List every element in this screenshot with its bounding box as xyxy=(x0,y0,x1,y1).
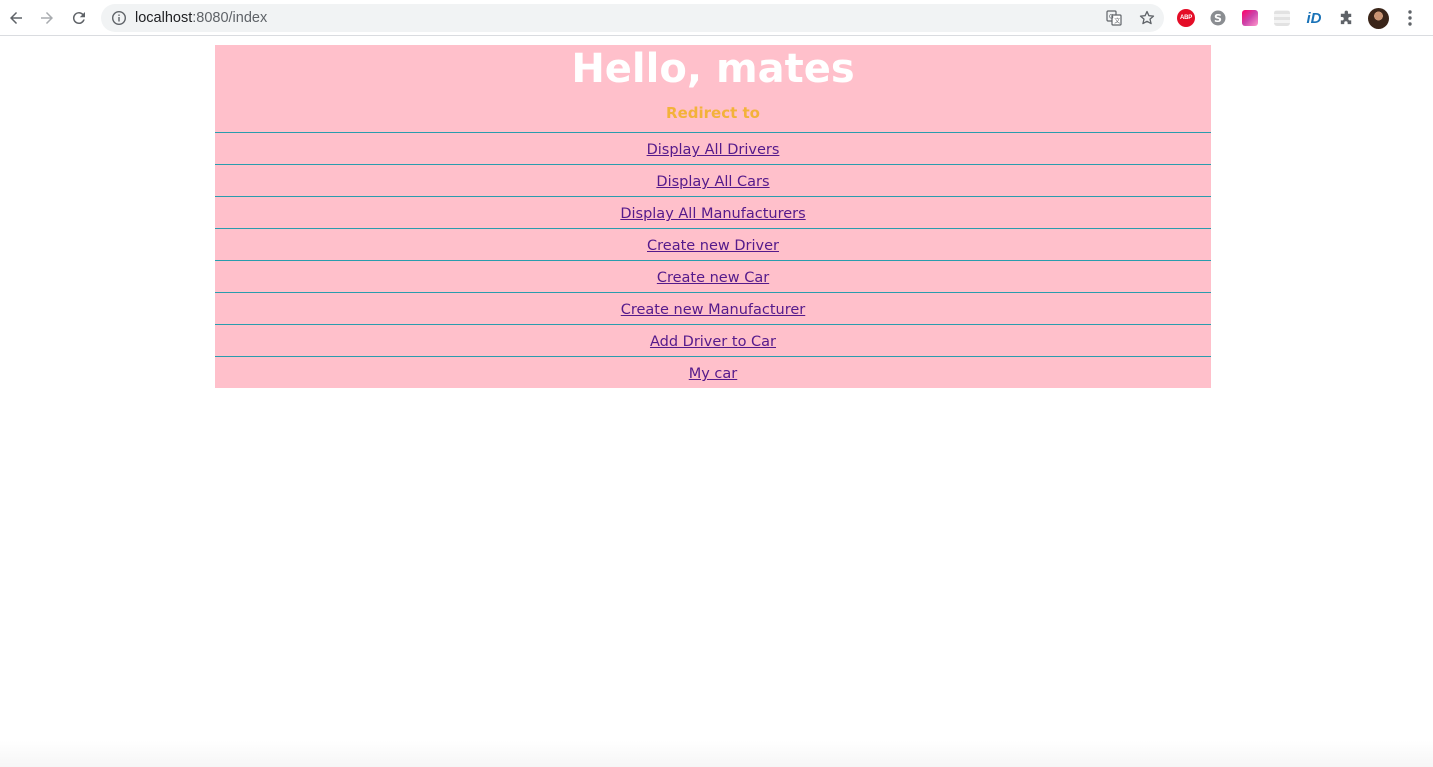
redirect-heading: Redirect to xyxy=(666,104,760,122)
translate-icon[interactable]: G 文 xyxy=(1106,10,1122,26)
browser-toolbar: localhost:8080/index G 文 ABP S iD xyxy=(0,0,1433,36)
adblock-plus-label: ABP xyxy=(1179,15,1193,21)
info-icon[interactable] xyxy=(111,10,127,26)
forward-arrow-icon[interactable] xyxy=(35,6,59,30)
link-row: Create new Driver xyxy=(215,229,1211,261)
svg-text:S: S xyxy=(1214,12,1222,25)
skype-icon[interactable]: S xyxy=(1209,9,1227,27)
link-row: Display All Drivers xyxy=(215,133,1211,165)
link-row: Display All Manufacturers xyxy=(215,197,1211,229)
create-new-manufacturer-link[interactable]: Create new Manufacturer xyxy=(621,302,806,318)
link-row: Create new Manufacturer xyxy=(215,293,1211,325)
id-extension-label: iD xyxy=(1306,9,1322,27)
create-new-driver-link[interactable]: Create new Driver xyxy=(647,238,779,254)
url-path: :8080/index xyxy=(192,10,268,26)
address-bar[interactable]: localhost:8080/index G 文 xyxy=(101,4,1164,32)
link-row: Create new Car xyxy=(215,261,1211,293)
window-bottom-shadow xyxy=(0,740,1433,767)
back-arrow-icon[interactable] xyxy=(4,6,28,30)
my-car-link[interactable]: My car xyxy=(689,366,738,382)
navigation-panel: Hello, mates Redirect to Display All Dri… xyxy=(215,45,1211,388)
link-list: Display All Drivers Display All Cars Dis… xyxy=(215,133,1211,388)
link-row: My car xyxy=(215,357,1211,388)
grid-extension-icon[interactable] xyxy=(1274,10,1290,26)
display-all-cars-link[interactable]: Display All Cars xyxy=(656,174,769,190)
panel-header: Hello, mates Redirect to xyxy=(215,45,1211,133)
puzzle-piece-icon[interactable] xyxy=(1337,9,1355,27)
id-extension-icon[interactable]: iD xyxy=(1305,9,1323,27)
display-all-drivers-link[interactable]: Display All Drivers xyxy=(647,142,780,158)
url-host: localhost xyxy=(135,10,193,26)
link-row: Display All Cars xyxy=(215,165,1211,197)
url-text[interactable]: localhost:8080/index xyxy=(135,4,267,32)
page-content: Hello, mates Redirect to Display All Dri… xyxy=(0,37,1433,767)
adblock-plus-icon[interactable]: ABP xyxy=(1177,9,1195,27)
display-all-manufacturers-link[interactable]: Display All Manufacturers xyxy=(620,206,805,222)
color-extension-icon[interactable] xyxy=(1242,10,1258,26)
svg-text:文: 文 xyxy=(1114,17,1120,25)
create-new-car-link[interactable]: Create new Car xyxy=(657,270,769,286)
reload-icon[interactable] xyxy=(67,6,91,30)
star-icon[interactable] xyxy=(1139,10,1155,26)
link-row: Add Driver to Car xyxy=(215,325,1211,357)
page-title: Hello, mates xyxy=(571,46,855,92)
more-vert-icon[interactable] xyxy=(1400,9,1420,27)
profile-avatar[interactable] xyxy=(1368,8,1389,29)
add-driver-to-car-link[interactable]: Add Driver to Car xyxy=(650,334,776,350)
